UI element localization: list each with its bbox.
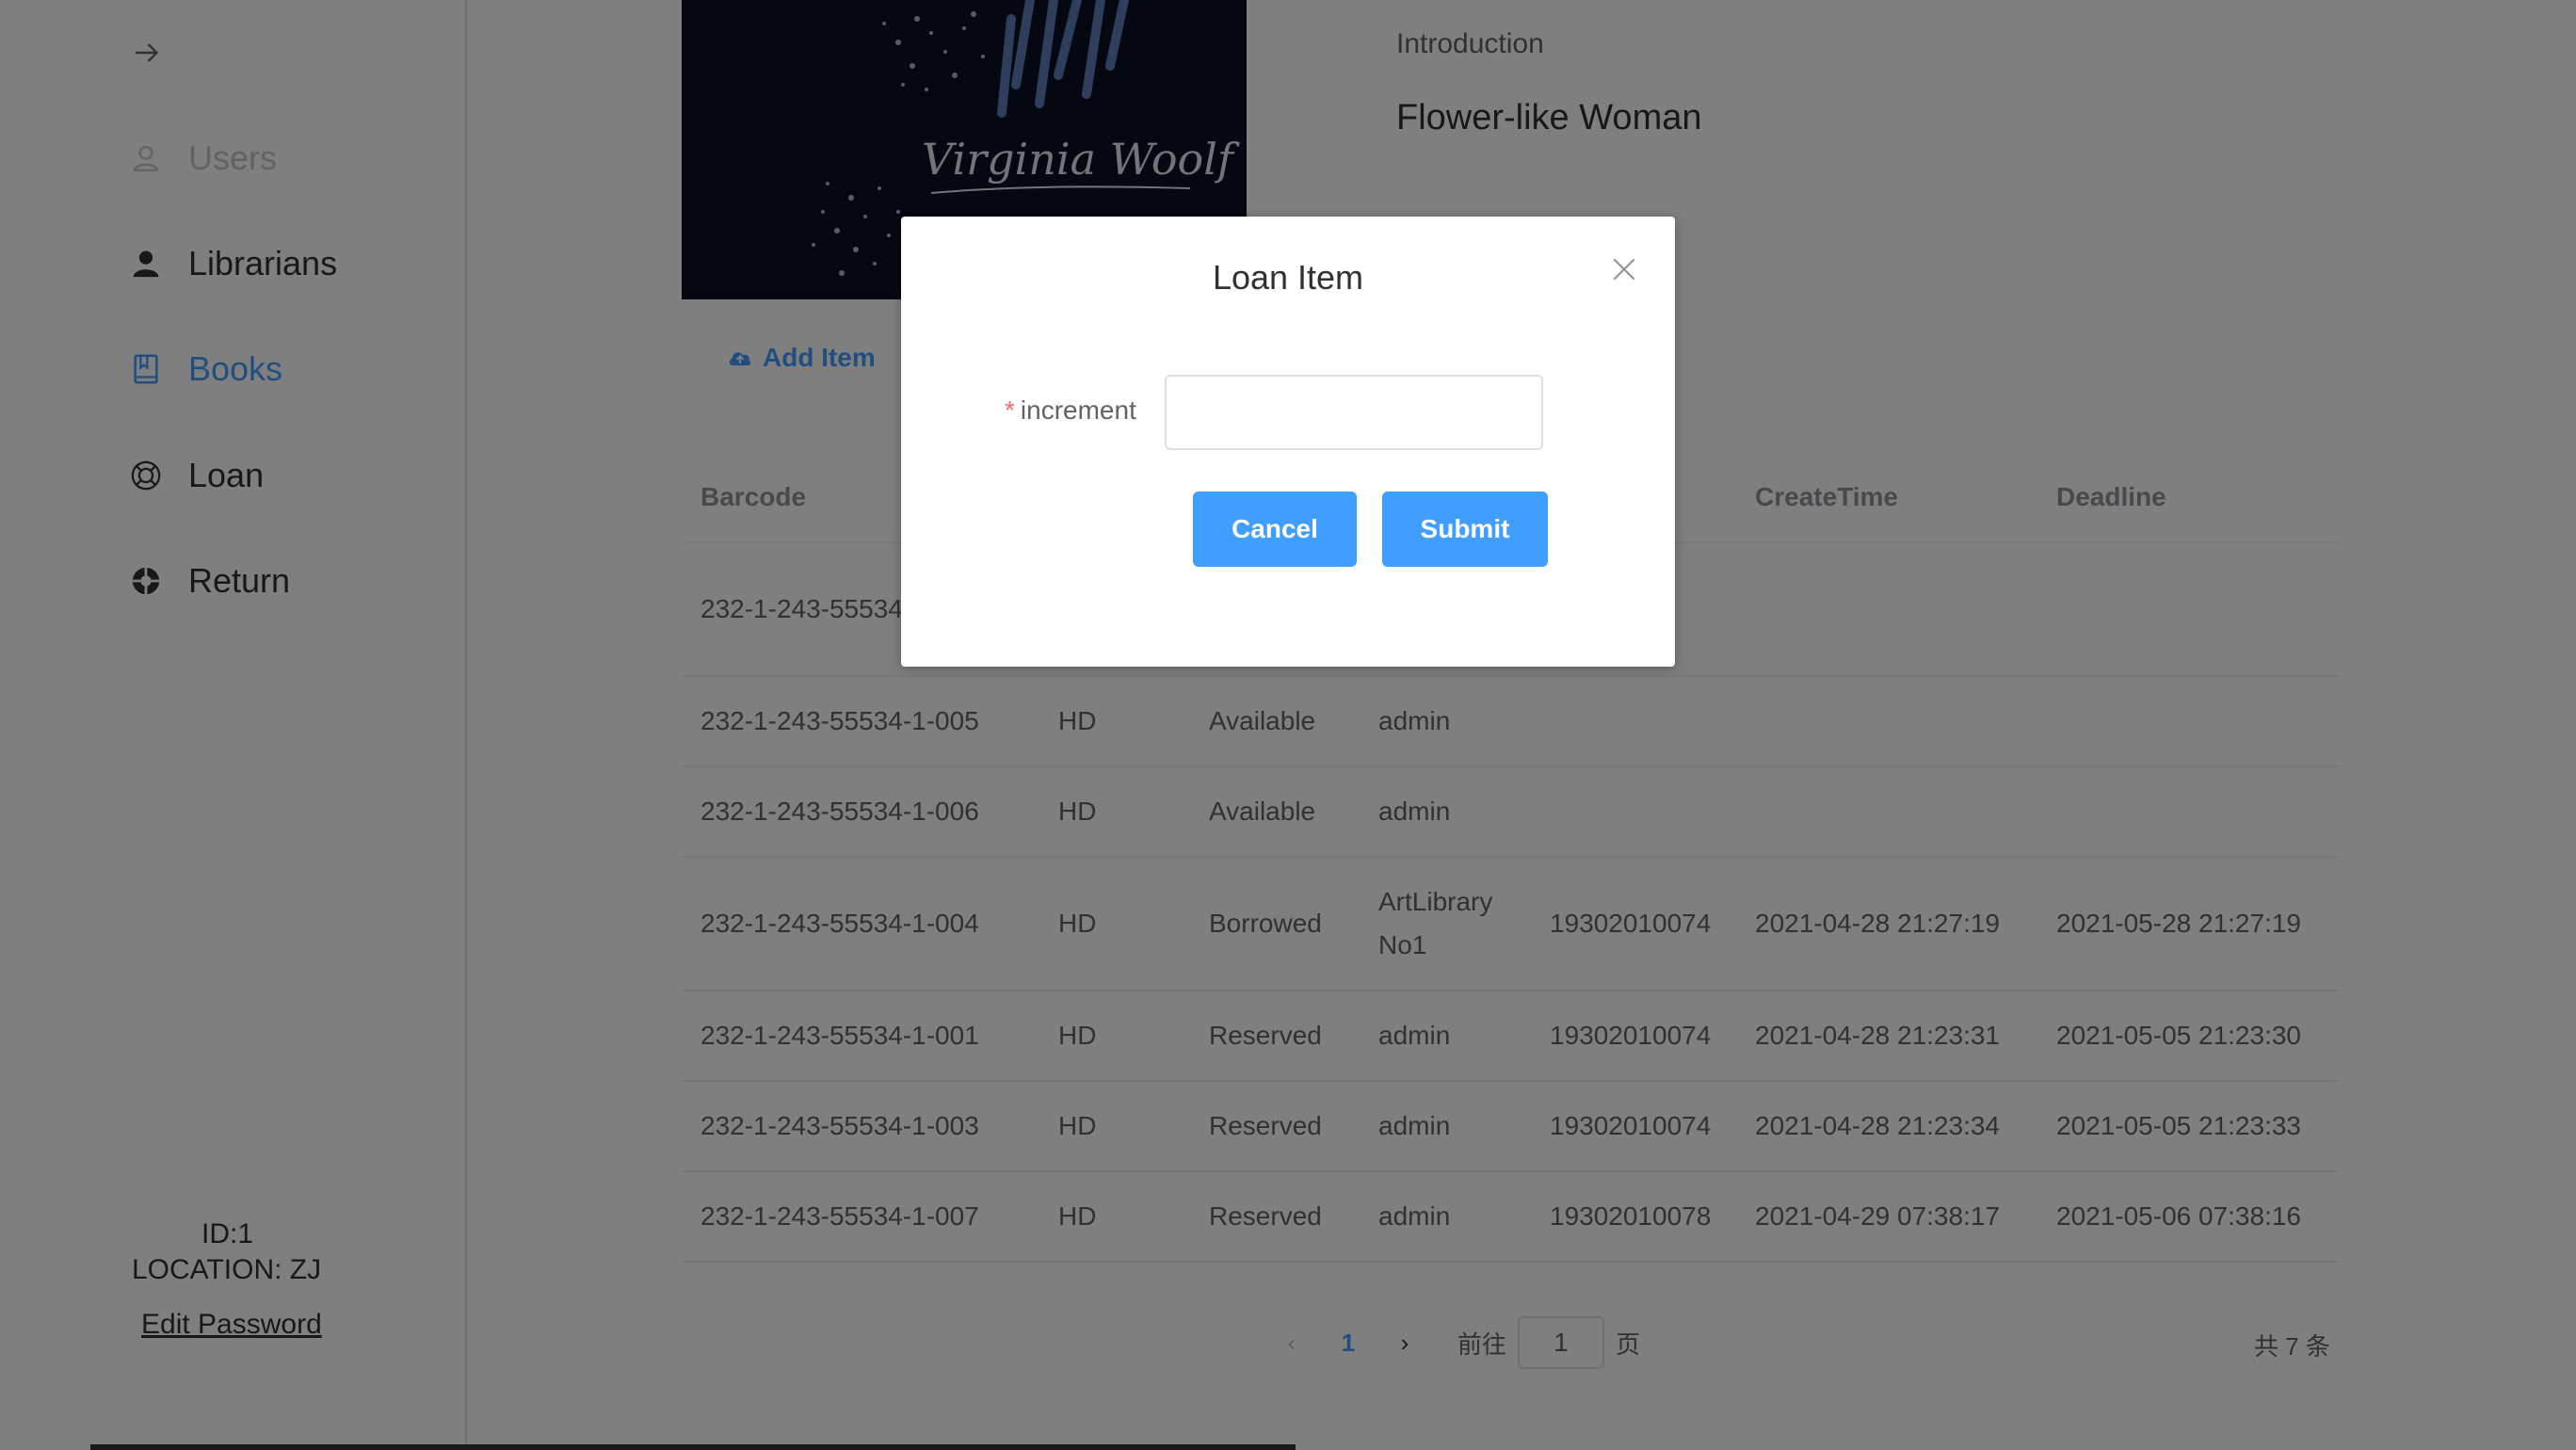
increment-input[interactable]	[1165, 375, 1543, 450]
increment-label-text: increment	[1020, 395, 1136, 425]
cancel-button[interactable]: Cancel	[1193, 491, 1357, 567]
submit-button[interactable]: Submit	[1382, 491, 1548, 567]
loan-item-dialog: Loan Item * increment Cancel Submit	[901, 217, 1675, 667]
increment-label: * increment	[1005, 395, 1136, 426]
close-icon[interactable]	[1609, 254, 1639, 284]
dialog-title: Loan Item	[1212, 258, 1364, 297]
required-mark: *	[1005, 395, 1015, 425]
